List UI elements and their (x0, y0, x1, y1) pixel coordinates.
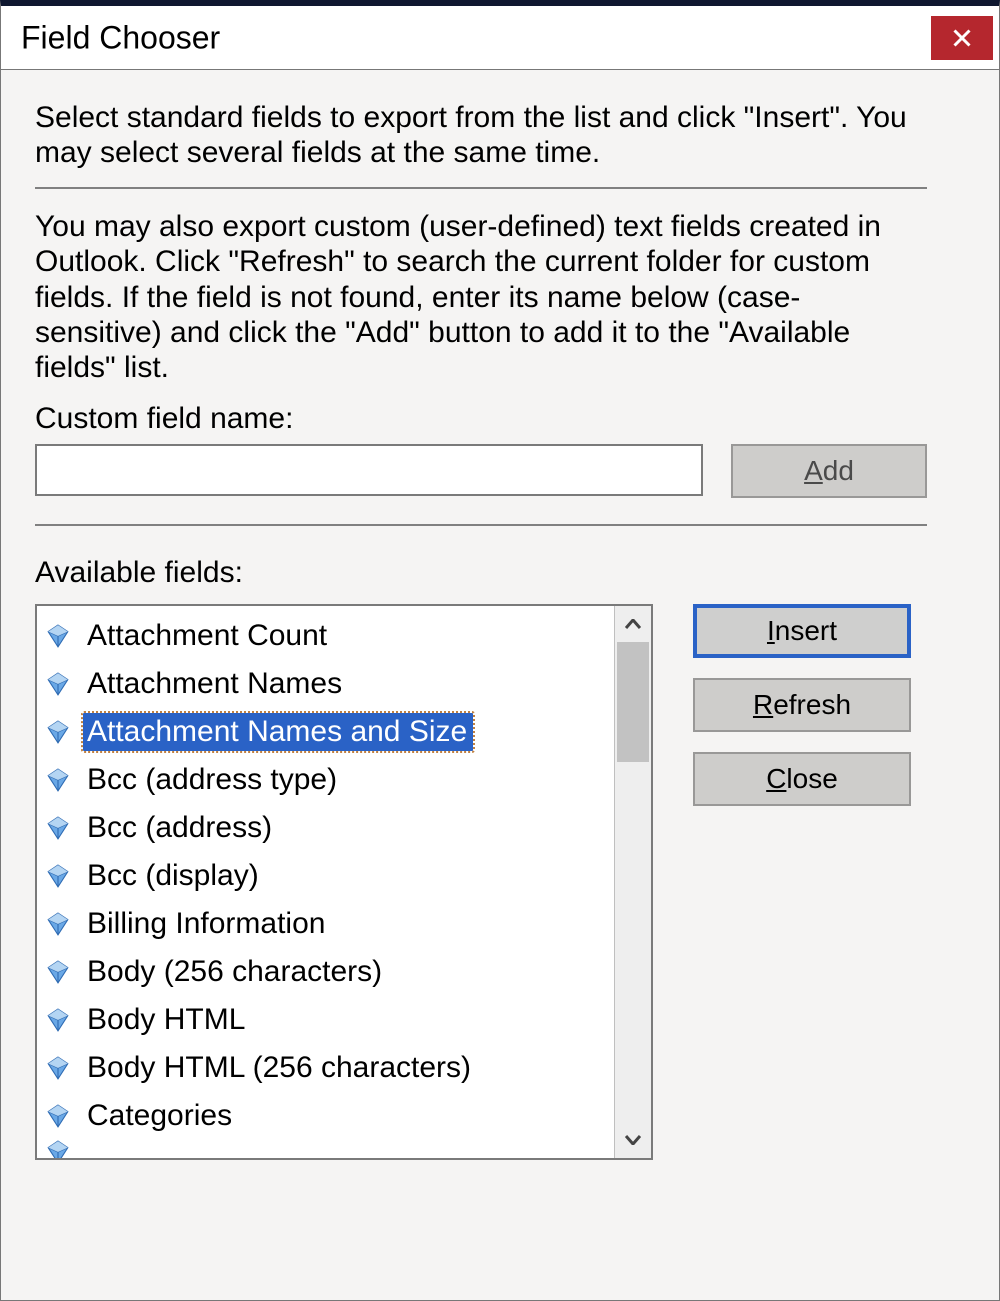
field-icon (47, 1008, 69, 1032)
separator (35, 187, 927, 189)
dialog-title: Field Chooser (21, 19, 220, 56)
list-item[interactable]: Attachment Names and Size (47, 708, 614, 756)
scrollbar-track[interactable] (615, 642, 651, 1122)
list-item[interactable]: Body (256 characters) (47, 948, 614, 996)
list-item[interactable]: Billing Information (47, 900, 614, 948)
list-item[interactable]: Categories (47, 1092, 614, 1140)
list-item-label: Billing Information (83, 905, 331, 943)
field-icon (47, 1140, 69, 1158)
list-item[interactable]: Bcc (address type) (47, 756, 614, 804)
instructions-secondary: You may also export custom (user-defined… (35, 209, 925, 386)
field-icon (47, 1104, 69, 1128)
scrollbar-thumb[interactable] (617, 642, 649, 762)
available-fields-items: Attachment Count Attachment Names Attachme… (37, 606, 614, 1158)
list-item[interactable] (47, 1140, 614, 1158)
list-item-label (83, 1140, 93, 1148)
list-item[interactable]: Attachment Names (47, 660, 614, 708)
title-bar: Field Chooser (0, 0, 1000, 70)
field-icon (47, 720, 69, 744)
scroll-up-button[interactable] (615, 606, 651, 642)
refresh-button[interactable]: Refresh (693, 678, 911, 732)
available-fields-row: Attachment Count Attachment Names Attachme… (35, 604, 927, 1160)
list-item-label: Body HTML (256 characters) (83, 1049, 477, 1087)
list-item[interactable]: Bcc (address) (47, 804, 614, 852)
field-icon (47, 912, 69, 936)
custom-field-name-input[interactable] (35, 444, 703, 496)
field-icon (47, 672, 69, 696)
list-item-label: Bcc (address type) (83, 761, 343, 799)
listbox-scrollbar[interactable] (614, 606, 651, 1158)
field-icon (47, 1056, 69, 1080)
instructions-primary: Select standard fields to export from th… (35, 100, 925, 171)
list-item[interactable]: Bcc (display) (47, 852, 614, 900)
field-icon (47, 864, 69, 888)
field-icon (47, 768, 69, 792)
list-item-label: Body (256 characters) (83, 953, 388, 991)
dialog-body: Select standard fields to export from th… (0, 70, 1000, 1301)
available-fields-listbox[interactable]: Attachment Count Attachment Names Attachme… (35, 604, 653, 1160)
right-button-column: Insert Refresh Close (693, 604, 911, 1160)
list-item-label: Body HTML (83, 1001, 251, 1039)
field-icon (47, 624, 69, 648)
available-fields-label: Available fields: (35, 556, 963, 590)
field-icon (47, 960, 69, 984)
list-item-label: Attachment Names (83, 665, 348, 703)
chevron-down-icon (625, 1135, 641, 1145)
list-item-label: Bcc (display) (83, 857, 265, 895)
close-dialog-button[interactable]: Close (693, 752, 911, 806)
custom-field-name-label: Custom field name: (35, 402, 963, 436)
list-item-label: Categories (83, 1097, 238, 1135)
list-item-label: Attachment Names and Size (83, 713, 473, 751)
separator (35, 524, 927, 526)
scroll-down-button[interactable] (615, 1122, 651, 1158)
insert-button[interactable]: Insert (693, 604, 911, 658)
list-item[interactable]: Body HTML (47, 996, 614, 1044)
list-item-label: Bcc (address) (83, 809, 278, 847)
list-item[interactable]: Body HTML (256 characters) (47, 1044, 614, 1092)
list-item[interactable]: Attachment Count (47, 612, 614, 660)
close-icon (953, 29, 971, 47)
add-button[interactable]: Add (731, 444, 927, 498)
custom-field-row: Add (35, 444, 927, 498)
close-button[interactable] (931, 16, 993, 60)
list-item-label: Attachment Count (83, 617, 333, 655)
field-icon (47, 816, 69, 840)
chevron-up-icon (625, 619, 641, 629)
